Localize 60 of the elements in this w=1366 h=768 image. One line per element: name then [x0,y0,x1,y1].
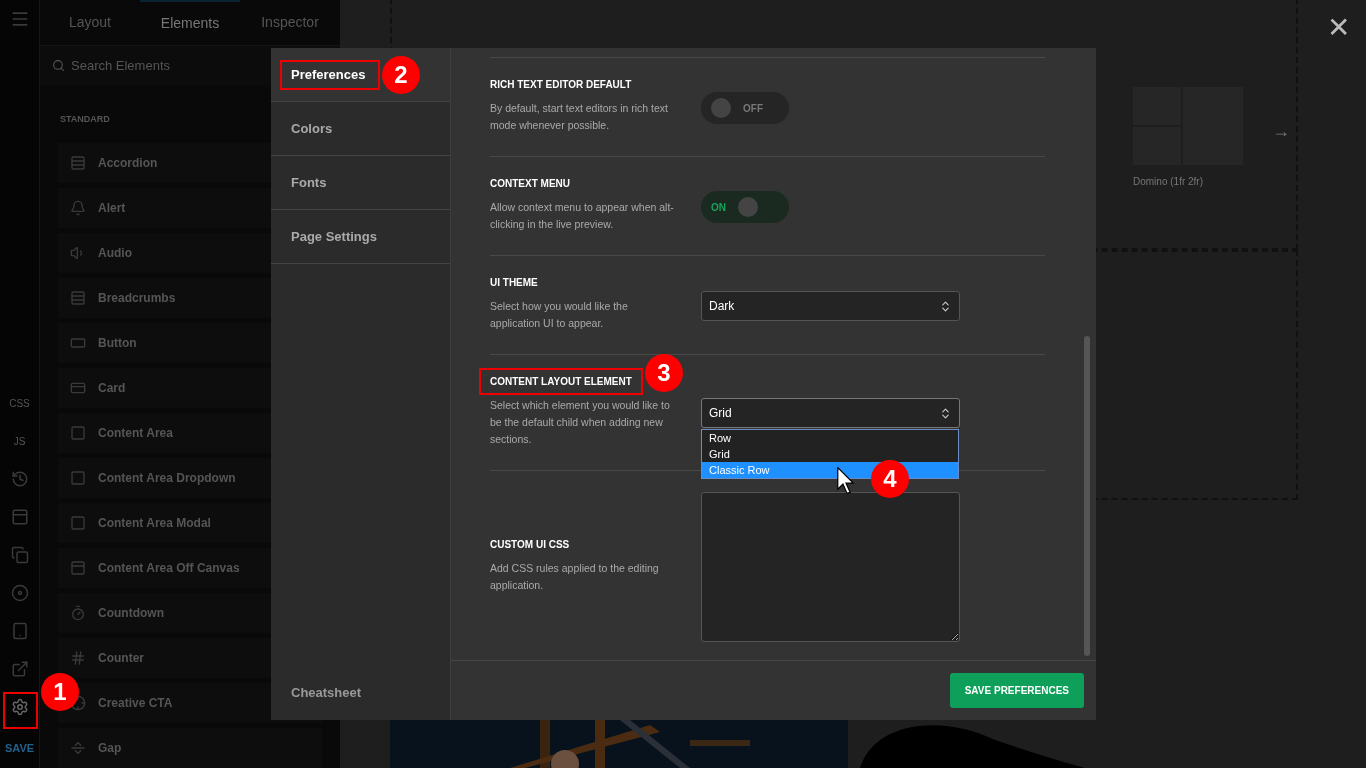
next-arrow[interactable]: → [1272,118,1290,145]
external-link-icon[interactable] [10,660,29,678]
setting-title: CUSTOM UI CSS [490,539,571,551]
toggle-switch[interactable]: ON [701,191,789,223]
panel-tab[interactable]: Inspector [240,0,340,46]
element-icon [70,425,86,441]
css-textarea[interactable] [701,492,960,642]
element-item[interactable]: Gap [58,728,322,768]
chevrons-icon [939,299,952,313]
element-icon [70,290,86,306]
element-icon [70,380,86,396]
setting-description: Allow context menu to appear when alt-clicking in the live preview. [490,200,675,232]
select-field[interactable]: Grid [701,398,960,428]
setting-description: Select how you would like the application UI to appear. [490,299,629,331]
element-icon [70,560,86,576]
save-preferences-button[interactable]: SAVE PREFERENCES [949,673,1084,708]
setting-title: CONTENT LAYOUT ELEMENT [490,376,633,388]
save-link[interactable]: SAVE [4,741,35,755]
setting-description: By default, start text editors in rich text mode whenever possible. [490,101,669,133]
dropdown-option[interactable]: Grid [702,446,958,462]
toggle-knob [711,98,731,118]
toggle-label: ON [711,200,726,215]
nav-tab[interactable]: Fonts [271,156,450,210]
dropdown-option[interactable]: Row [702,430,958,446]
disc-icon[interactable] [10,584,29,602]
scrollbar[interactable] [1084,336,1090,656]
layout-caption: Domino (1fr 2fr) [1133,175,1203,189]
setting-title: CONTEXT MENU [490,178,571,190]
element-icon [70,200,86,216]
element-icon [70,740,86,756]
copy-icon[interactable] [10,546,29,564]
setting-description: Add CSS rules applied to the editing application. [490,561,660,593]
cursor-icon [837,467,854,494]
element-icon [70,650,86,666]
window-icon[interactable] [10,508,29,526]
setting-title: UI THEME [490,277,539,289]
rail-link[interactable]: CSS [9,395,30,411]
toggle-knob [738,197,758,217]
setting-description: Select which element you would like to be the default child when adding new sections. [490,398,671,447]
nav-tab[interactable]: Colors [271,102,450,156]
element-icon [70,335,86,351]
section-heading: STANDARD [60,114,110,124]
chevrons-icon [939,406,952,420]
nav-tab[interactable]: Page Settings [271,210,450,264]
element-icon [70,515,86,531]
settings-icon[interactable] [10,698,29,716]
element-icon [70,155,86,171]
select-field[interactable]: Dark [701,291,960,321]
tablet-icon[interactable] [10,622,29,640]
search-icon [52,59,65,73]
element-icon [70,605,86,621]
close-button[interactable]: ✕ [1327,14,1350,42]
toggle-label: OFF [743,101,763,116]
rail-link[interactable]: JS [13,433,26,449]
highlight-frame [3,692,38,729]
panel-tab[interactable]: Layout [40,0,140,46]
history-icon[interactable] [10,470,29,488]
setting-title: RICH TEXT EDITOR DEFAULT [490,79,633,91]
element-icon [70,470,86,486]
toggle-switch[interactable]: OFF [701,92,789,124]
